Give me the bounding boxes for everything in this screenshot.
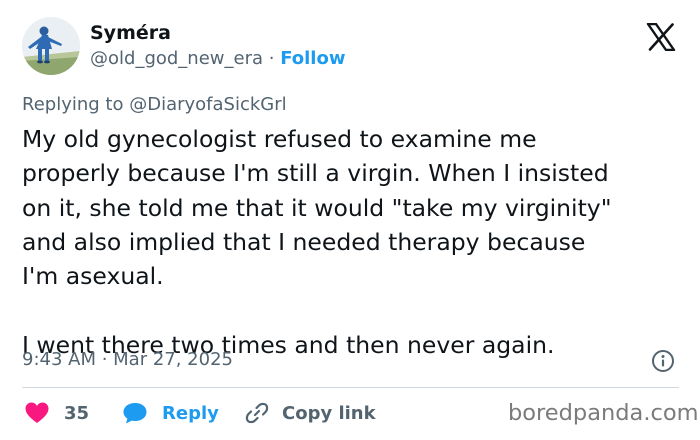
avatar[interactable]	[22, 17, 80, 75]
x-logo-icon[interactable]	[646, 23, 676, 51]
tweet-timestamp[interactable]: 9:43 AM · Mar 27, 2025	[22, 348, 233, 372]
copy-link-label: Copy link	[282, 402, 376, 424]
display-name[interactable]: Syméra	[90, 21, 171, 45]
avatar-image	[22, 17, 80, 75]
reply-bubble-icon	[123, 403, 147, 424]
handle-line: @old_god_new_era · Follow	[90, 47, 345, 71]
reply-context: Replying to @DiaryofaSickGrl	[22, 93, 287, 117]
reply-mention-link[interactable]: @DiaryofaSickGrl	[129, 94, 286, 115]
tweet-text: My old gynecologist refused to examine m…	[22, 125, 612, 359]
user-handle[interactable]: @old_god_new_era	[90, 48, 263, 69]
copy-link-button[interactable]: Copy link	[244, 399, 376, 427]
reply-prefix: Replying to	[22, 94, 130, 115]
info-icon[interactable]	[651, 349, 675, 373]
heart-icon	[25, 402, 49, 423]
reply-label: Reply	[162, 402, 219, 424]
like-count: 35	[64, 402, 90, 424]
follow-button[interactable]: Follow	[280, 48, 345, 69]
reply-button[interactable]: Reply	[122, 399, 219, 427]
handle-separator: ·	[263, 48, 281, 69]
link-icon	[245, 402, 269, 424]
boredpanda-watermark: boredpanda.com	[508, 400, 699, 426]
divider	[22, 387, 679, 388]
like-button[interactable]: 35	[24, 399, 89, 427]
